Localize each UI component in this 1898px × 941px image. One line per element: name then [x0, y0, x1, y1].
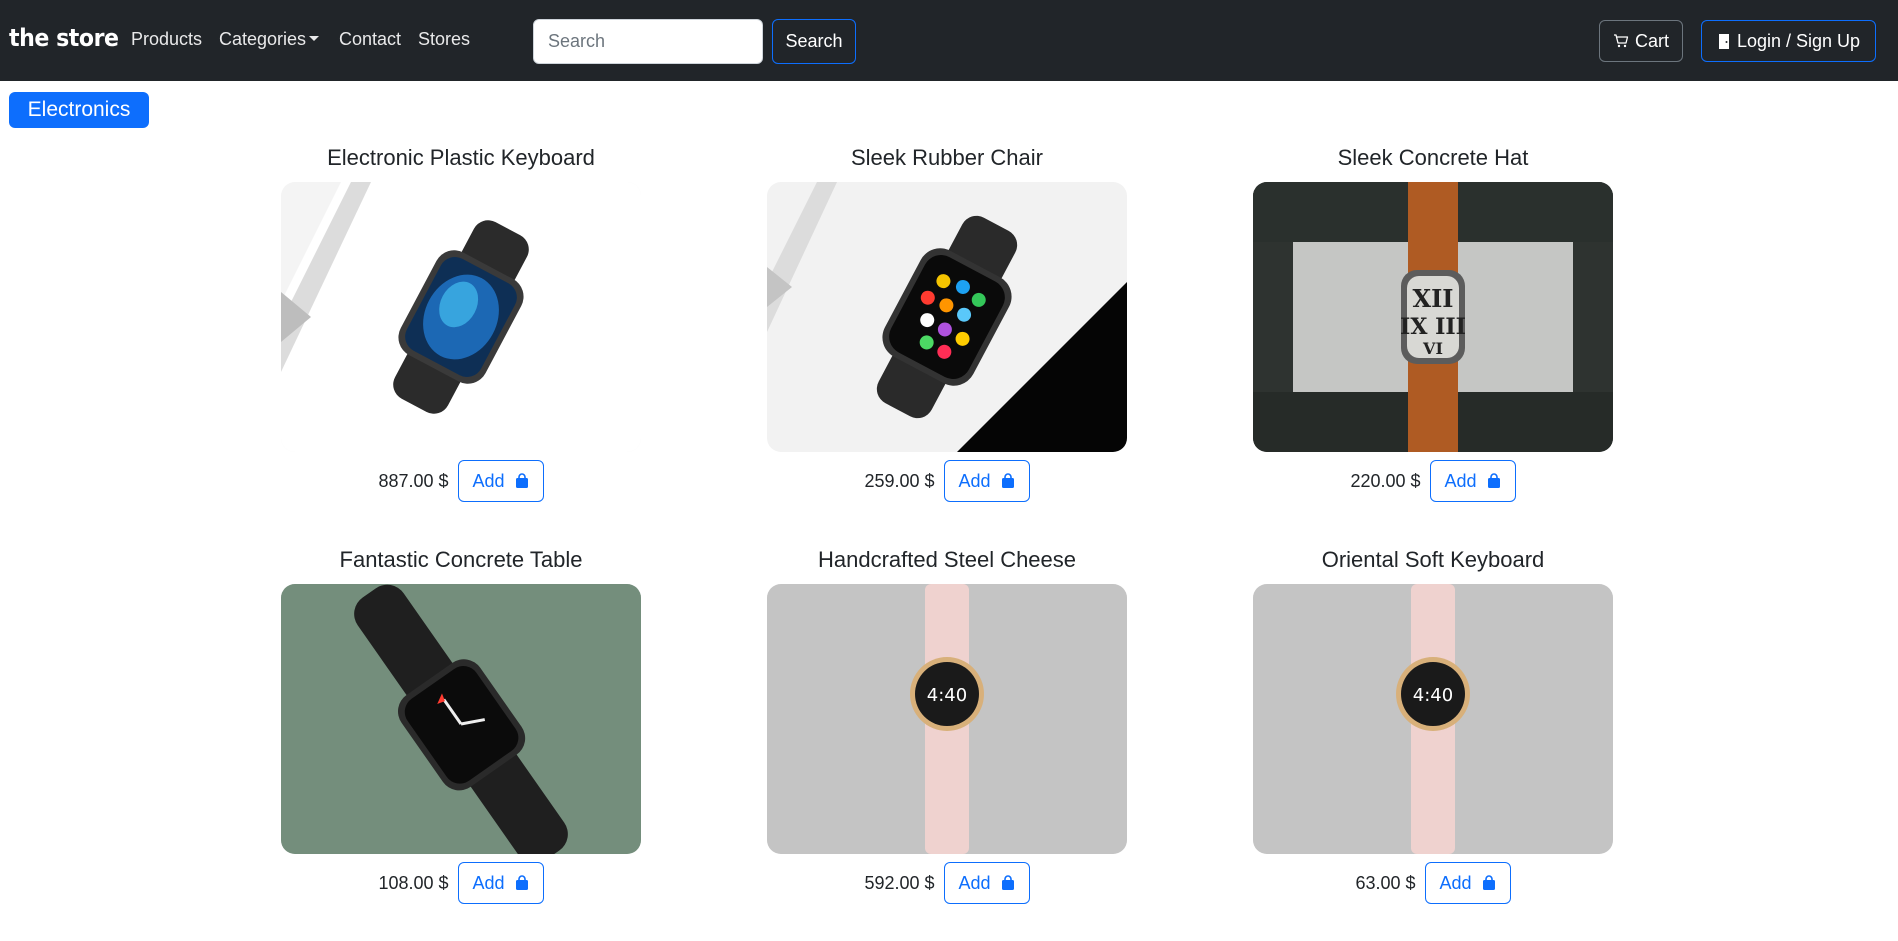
shopping-bag-icon	[1001, 473, 1014, 488]
add-label: Add	[472, 470, 505, 491]
product-title: Handcrafted Steel Cheese	[817, 547, 1077, 572]
shopping-bag-icon	[1001, 875, 1014, 890]
add-to-cart-button[interactable]: Add	[1424, 862, 1511, 904]
product-price: 220.00 $	[1350, 470, 1421, 491]
product-price: 63.00 $	[1355, 872, 1416, 893]
product-title: Sleek Rubber Chair	[851, 145, 1043, 170]
nav-categories[interactable]: Categories	[219, 29, 320, 50]
product-image	[281, 584, 641, 854]
search-button[interactable]: Search	[772, 19, 856, 64]
product-footer: 592.00 $ Add	[767, 862, 1127, 904]
product-image	[281, 182, 641, 452]
nav-stores[interactable]: Stores	[418, 29, 470, 50]
shopping-bag-icon	[515, 875, 528, 890]
shopping-bag-icon	[515, 473, 528, 488]
search-input[interactable]	[533, 19, 763, 64]
login-signup-button[interactable]: Login / Sign Up	[1701, 20, 1876, 62]
nav-contact[interactable]: Contact	[339, 29, 401, 50]
product-footer: 63.00 $ Add	[1253, 862, 1613, 904]
add-to-cart-button[interactable]: Add	[943, 862, 1030, 904]
cart-button[interactable]: Cart	[1599, 20, 1683, 62]
product-title: Electronic Plastic Keyboard	[327, 145, 595, 170]
product-footer: 108.00 $ Add	[281, 862, 641, 904]
nav-products[interactable]: Products	[131, 29, 202, 50]
chevron-down-icon	[309, 35, 320, 41]
brand-logo[interactable]: the store	[9, 24, 119, 52]
add-label: Add	[472, 872, 505, 893]
product-image: 4:40	[1253, 584, 1613, 854]
svg-text:VI: VI	[1422, 339, 1443, 358]
product-price: 887.00 $	[378, 470, 449, 491]
product-footer: 259.00 $ Add	[767, 460, 1127, 502]
svg-text:4:40: 4:40	[1413, 685, 1453, 706]
product-price: 108.00 $	[378, 872, 449, 893]
cart-label: Cart	[1634, 30, 1669, 51]
product-image: 4:40	[767, 584, 1127, 854]
shopping-bag-icon	[1487, 473, 1500, 488]
add-to-cart-button[interactable]: Add	[943, 460, 1030, 502]
product-image	[767, 182, 1127, 452]
product-footer: 220.00 $ Add	[1253, 460, 1613, 502]
svg-text:4:40: 4:40	[927, 685, 967, 706]
shopping-bag-icon	[1482, 875, 1495, 890]
category-badge: Electronics	[9, 92, 149, 128]
navbar: the store Products Categories Contact St…	[0, 0, 1898, 81]
login-label: Login / Sign Up	[1736, 30, 1861, 51]
add-label: Add	[958, 872, 991, 893]
product-footer: 887.00 $ Add	[281, 460, 641, 502]
add-to-cart-button[interactable]: Add	[457, 460, 544, 502]
svg-text:IX III: IX III	[1400, 314, 1466, 340]
add-to-cart-button[interactable]: Add	[457, 862, 544, 904]
product-title: Sleek Concrete Hat	[1337, 145, 1529, 170]
add-to-cart-button[interactable]: Add	[1429, 460, 1516, 502]
product-price: 259.00 $	[864, 470, 935, 491]
add-label: Add	[1444, 470, 1477, 491]
svg-text:XII: XII	[1412, 284, 1453, 313]
add-label: Add	[1439, 872, 1472, 893]
add-label: Add	[958, 470, 991, 491]
product-title: Fantastic Concrete Table	[339, 547, 583, 572]
cart-icon	[1613, 34, 1629, 48]
nav-categories-label: Categories	[219, 29, 307, 49]
product-image: XII IX III VI	[1253, 182, 1613, 452]
product-price: 592.00 $	[864, 872, 935, 893]
door-icon	[1718, 33, 1729, 49]
product-title: Oriental Soft Keyboard	[1321, 547, 1545, 572]
